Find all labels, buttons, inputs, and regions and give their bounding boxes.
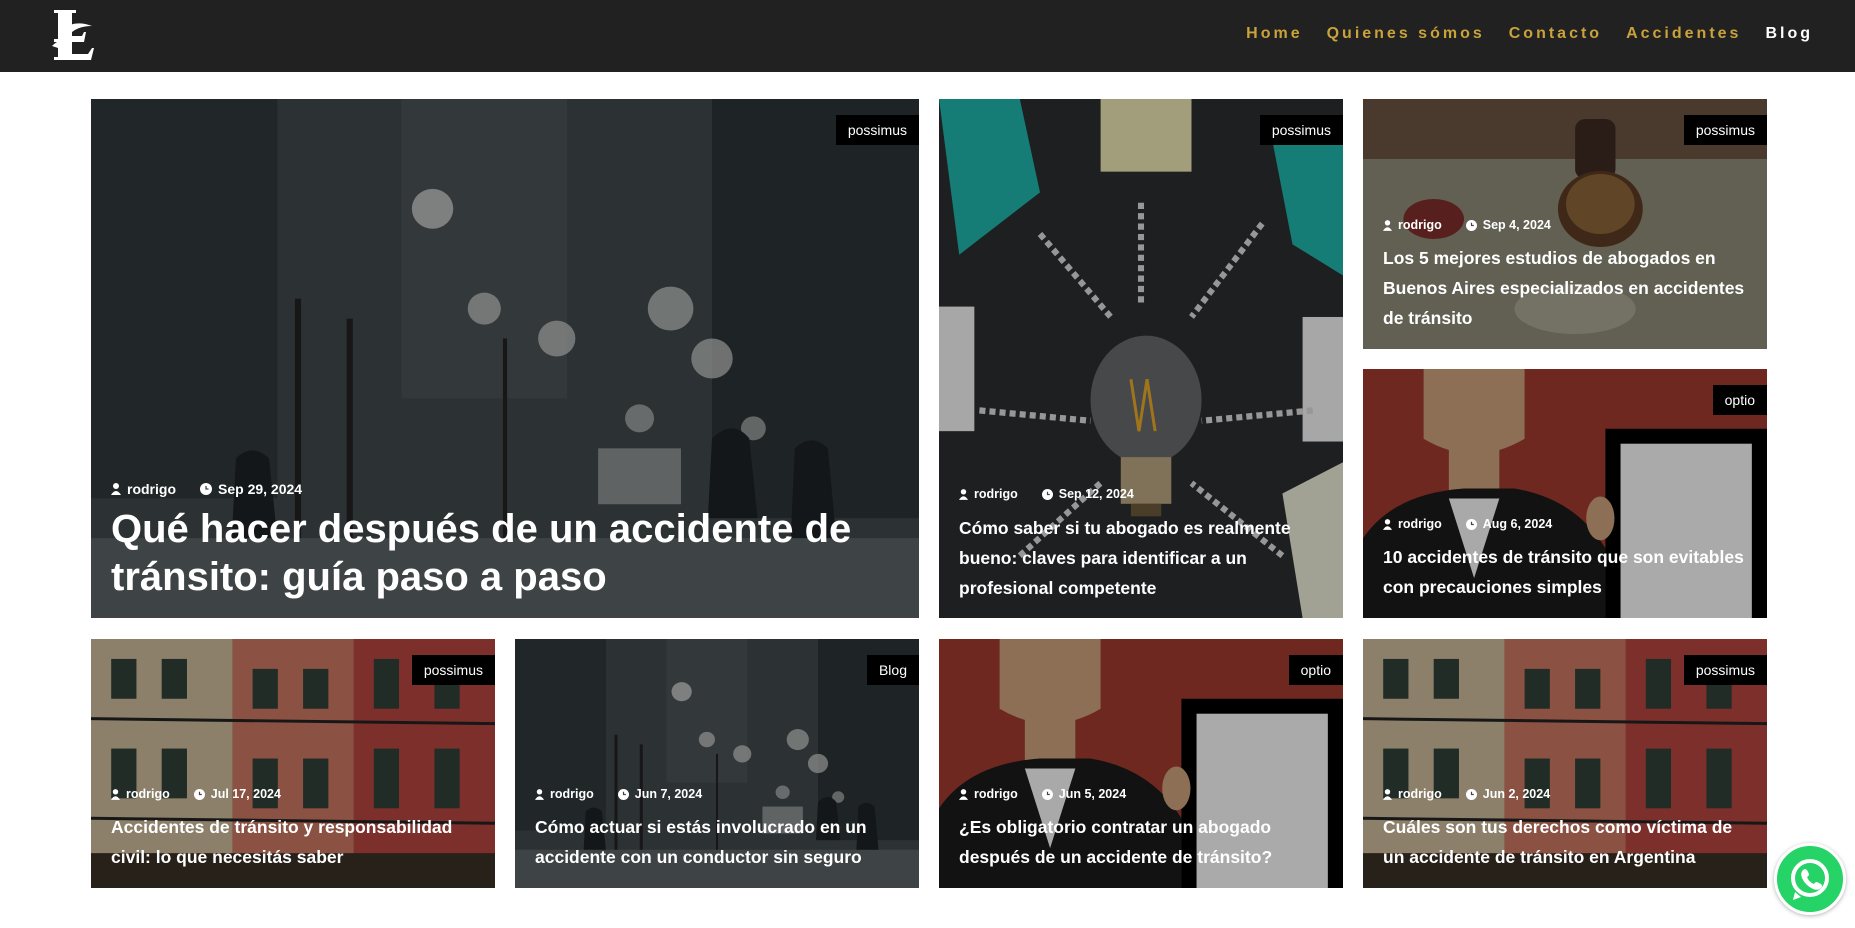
- nav-home[interactable]: Home: [1246, 25, 1302, 43]
- post-date: Sep 12, 2024: [1058, 487, 1134, 501]
- category-badge[interactable]: optio: [1288, 655, 1343, 685]
- post-meta: rodrigo Aug 6, 2024: [1383, 517, 1552, 531]
- main-nav: Home Quienes sómos Contacto Accidentes B…: [1246, 0, 1813, 68]
- post-title[interactable]: Cómo actuar si estás involucrado en un a…: [535, 812, 899, 872]
- category-badge[interactable]: possimus: [411, 655, 495, 685]
- category-badge[interactable]: possimus: [835, 115, 919, 145]
- post-card[interactable]: possimus rodrigo Jul 17, 2024 Accidentes…: [91, 639, 495, 888]
- post-meta: rodrigo Jun 2, 2024: [1383, 787, 1550, 801]
- clock-icon: [617, 788, 629, 800]
- clock-icon: [200, 483, 212, 495]
- post-card[interactable]: possimus rodrigo Sep 12, 2024 Cómo saber…: [939, 99, 1343, 618]
- post-author[interactable]: rodrigo: [127, 481, 176, 497]
- nav-accidentes[interactable]: Accidentes: [1626, 25, 1741, 43]
- post-card[interactable]: optio rodrigo Jun 5, 2024 ¿Es obligatori…: [939, 639, 1343, 888]
- user-icon: [959, 788, 968, 800]
- site-header: Home Quienes sómos Contacto Accidentes B…: [0, 0, 1855, 72]
- post-title[interactable]: 10 accidentes de tránsito que son evitab…: [1383, 542, 1747, 602]
- user-icon: [1383, 219, 1392, 231]
- clock-icon: [1041, 488, 1053, 500]
- category-badge[interactable]: possimus: [1259, 115, 1343, 145]
- clock-icon: [1465, 518, 1477, 530]
- post-title[interactable]: Cuáles son tus derechos como víctima de …: [1383, 812, 1747, 872]
- user-icon: [535, 788, 544, 800]
- logo-mark-icon: [52, 10, 94, 60]
- clock-icon: [1465, 219, 1477, 231]
- post-date: Jul 17, 2024: [210, 787, 281, 801]
- category-badge[interactable]: possimus: [1683, 655, 1767, 685]
- post-meta: rodrigo Sep 4, 2024: [1383, 218, 1551, 232]
- post-date: Sep 4, 2024: [1482, 218, 1551, 232]
- category-badge[interactable]: Blog: [866, 655, 919, 685]
- nav-contacto[interactable]: Contacto: [1509, 25, 1602, 43]
- post-meta: rodrigo Jun 5, 2024: [959, 787, 1126, 801]
- user-icon: [959, 488, 968, 500]
- site-logo[interactable]: [46, 6, 98, 62]
- post-date: Jun 5, 2024: [1058, 787, 1127, 801]
- post-title[interactable]: Accidentes de tránsito y responsabilidad…: [111, 812, 475, 872]
- post-author[interactable]: rodrigo: [550, 787, 594, 801]
- post-card[interactable]: Blog rodrigo Jun 7, 2024 Cómo actuar si …: [515, 639, 919, 888]
- post-meta: rodrigo Sep 29, 2024: [111, 481, 302, 497]
- post-meta: rodrigo Sep 12, 2024: [959, 487, 1134, 501]
- post-date: Aug 6, 2024: [1482, 517, 1553, 531]
- user-icon: [1383, 788, 1392, 800]
- user-icon: [1383, 518, 1392, 530]
- clock-icon: [193, 788, 205, 800]
- post-title[interactable]: Qué hacer después de un accidente de trá…: [111, 505, 899, 601]
- category-badge[interactable]: possimus: [1683, 115, 1767, 145]
- clock-icon: [1465, 788, 1477, 800]
- post-author[interactable]: rodrigo: [1398, 218, 1442, 232]
- category-badge[interactable]: optio: [1712, 385, 1767, 415]
- user-icon: [111, 788, 120, 800]
- nav-quienes-somos[interactable]: Quienes sómos: [1327, 25, 1485, 43]
- post-date: Sep 29, 2024: [218, 481, 303, 497]
- post-card[interactable]: optio rodrigo Aug 6, 2024 10 accidentes …: [1363, 369, 1767, 618]
- post-author[interactable]: rodrigo: [1398, 517, 1442, 531]
- post-date: Jun 2, 2024: [1482, 787, 1551, 801]
- whatsapp-icon: [1791, 859, 1829, 900]
- user-icon: [111, 483, 121, 495]
- post-author[interactable]: rodrigo: [1398, 787, 1442, 801]
- post-author[interactable]: rodrigo: [126, 787, 170, 801]
- post-title[interactable]: ¿Es obligatorio contratar un abogado des…: [959, 812, 1323, 872]
- post-meta: rodrigo Jul 17, 2024: [111, 787, 281, 801]
- post-card[interactable]: possimus rodrigo Jun 2, 2024 Cuáles son …: [1363, 639, 1767, 888]
- post-date: Jun 7, 2024: [634, 787, 703, 801]
- post-card[interactable]: possimus rodrigo Sep 4, 2024 Los 5 mejor…: [1363, 99, 1767, 349]
- nav-blog[interactable]: Blog: [1765, 25, 1813, 43]
- clock-icon: [1041, 788, 1053, 800]
- post-title[interactable]: Cómo saber si tu abogado es realmente bu…: [959, 513, 1323, 603]
- post-card-featured[interactable]: possimus rodrigo Sep 29, 2024 Qué hacer …: [91, 99, 919, 618]
- post-author[interactable]: rodrigo: [974, 487, 1018, 501]
- post-meta: rodrigo Jun 7, 2024: [535, 787, 702, 801]
- whatsapp-button[interactable]: [1774, 843, 1846, 915]
- post-title[interactable]: Los 5 mejores estudios de abogados en Bu…: [1383, 243, 1747, 333]
- post-author[interactable]: rodrigo: [974, 787, 1018, 801]
